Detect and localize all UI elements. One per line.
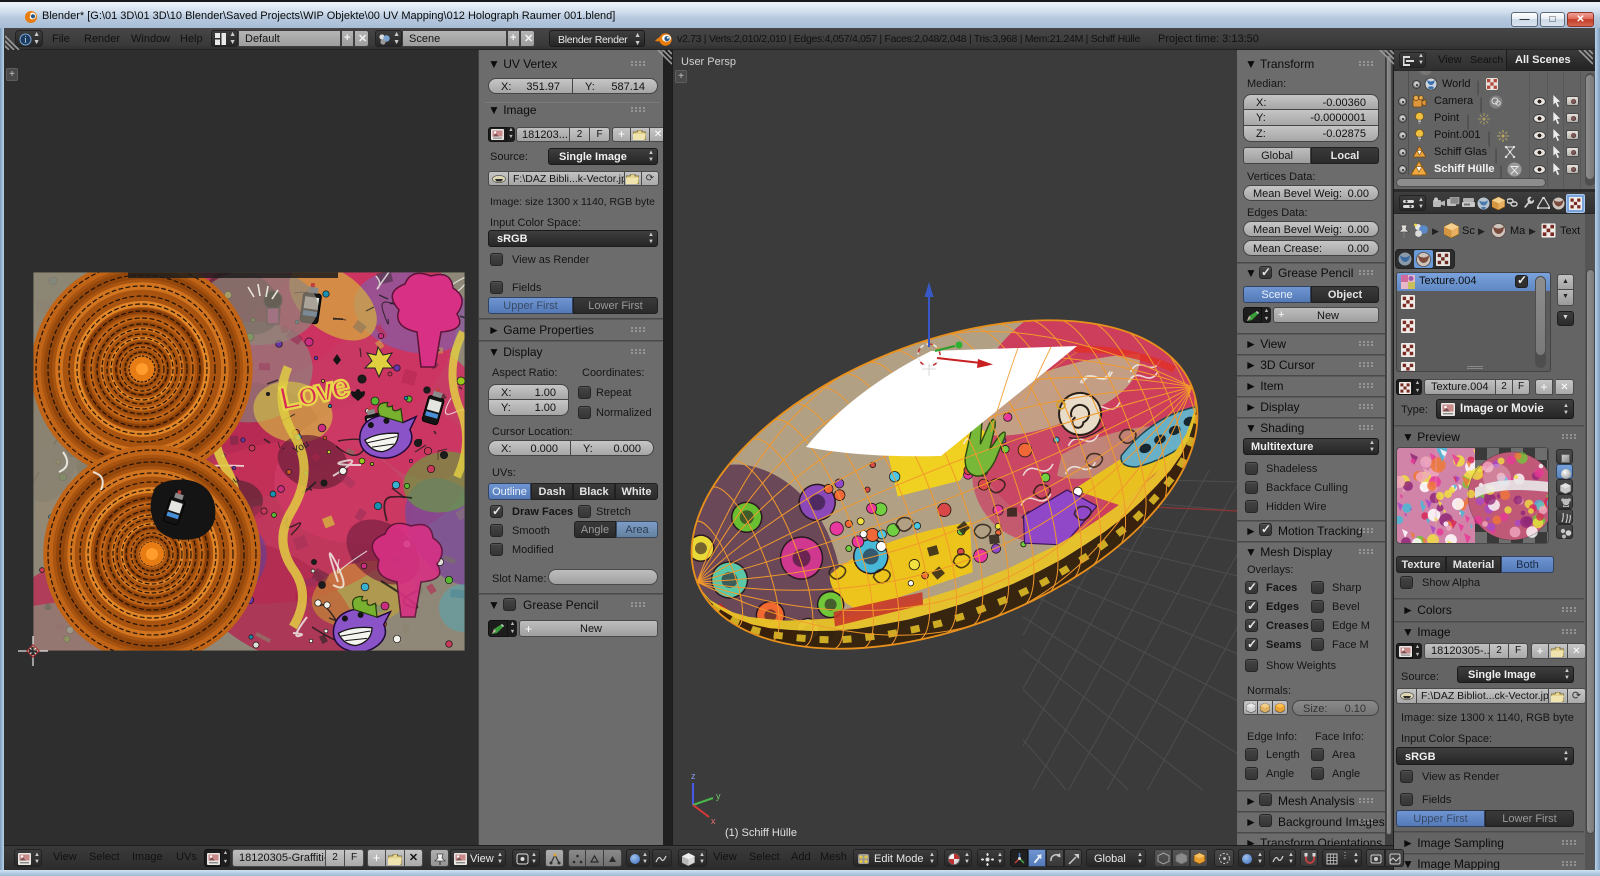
- svg-text:z: z: [691, 771, 696, 781]
- svg-text:x: x: [711, 816, 716, 826]
- svg-text:y: y: [716, 791, 721, 801]
